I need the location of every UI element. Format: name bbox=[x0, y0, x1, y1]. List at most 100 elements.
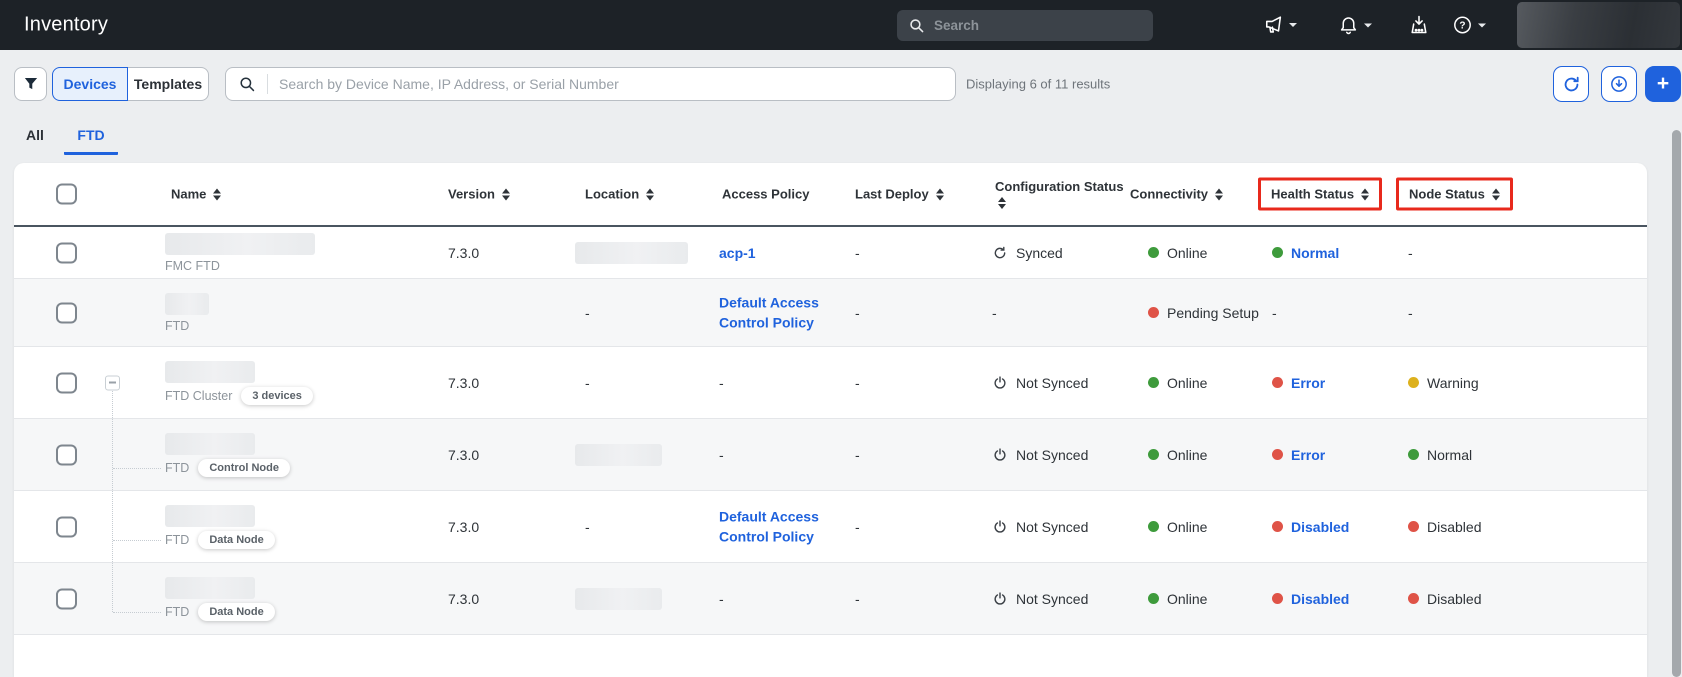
vertical-scrollbar[interactable] bbox=[1672, 130, 1681, 677]
node-status-label: Warning bbox=[1427, 375, 1479, 391]
config-status-label: Not Synced bbox=[1016, 447, 1088, 463]
global-search-input[interactable] bbox=[934, 18, 1142, 33]
tab-ftd[interactable]: FTD bbox=[64, 127, 118, 155]
node-status-highlight-box: Node Status bbox=[1396, 178, 1513, 211]
connectivity-cell: Online bbox=[1148, 447, 1207, 463]
results-count: Displaying 6 of 11 results bbox=[966, 77, 1110, 92]
config-status-cell: Not Synced bbox=[992, 591, 1088, 607]
config-status-label: Not Synced bbox=[1016, 591, 1088, 607]
sort-icon bbox=[1492, 188, 1500, 200]
device-row[interactable]: FTD-Default Access Control Policy--Pendi… bbox=[14, 279, 1647, 347]
green-status-dot bbox=[1148, 593, 1159, 604]
device-name-cell: FTD bbox=[165, 293, 209, 333]
connectivity-label: Online bbox=[1167, 519, 1207, 535]
device-type-label: FTD bbox=[165, 533, 189, 547]
device-search[interactable] bbox=[225, 67, 956, 101]
sort-icon bbox=[646, 188, 654, 200]
version-cell: 7.3.0 bbox=[448, 591, 479, 607]
column-header-last-deploy[interactable]: Last Deploy bbox=[855, 187, 944, 202]
row-checkbox[interactable] bbox=[56, 588, 77, 609]
health-status-link[interactable]: Error bbox=[1291, 375, 1325, 391]
column-header-name[interactable]: Name bbox=[171, 187, 221, 202]
device-name-cell: FMC FTD bbox=[165, 233, 315, 273]
check-for-changes-button[interactable] bbox=[1601, 66, 1637, 102]
cluster-collapse-toggle[interactable] bbox=[105, 375, 120, 390]
device-name-redacted bbox=[165, 233, 315, 255]
templates-toggle[interactable]: Templates bbox=[127, 67, 209, 101]
column-header-connectivity[interactable]: Connectivity bbox=[1130, 187, 1223, 202]
red-status-dot bbox=[1272, 593, 1283, 604]
add-device-button[interactable]: + bbox=[1645, 66, 1681, 102]
device-name-cell: FTDData Node bbox=[165, 577, 275, 621]
select-all-checkbox[interactable] bbox=[56, 184, 77, 205]
row-checkbox[interactable] bbox=[56, 372, 77, 393]
global-search[interactable] bbox=[897, 10, 1153, 41]
chevron-down-icon bbox=[1364, 23, 1372, 27]
last-deploy-cell: - bbox=[855, 375, 860, 391]
node-status-cell: Disabled bbox=[1408, 591, 1481, 607]
top-navigation-bar: Inventory ? bbox=[0, 0, 1682, 50]
devices-toggle[interactable]: Devices bbox=[52, 67, 128, 101]
health-status-cell: Normal bbox=[1272, 245, 1339, 261]
connectivity-cell: Online bbox=[1148, 375, 1207, 391]
user-account-redacted[interactable] bbox=[1517, 2, 1680, 48]
notifications-menu-button[interactable] bbox=[1338, 15, 1372, 36]
device-row[interactable]: FTD Cluster3 devices7.3.0---Not SyncedOn… bbox=[14, 347, 1647, 419]
not-synced-icon bbox=[992, 591, 1008, 607]
row-checkbox[interactable] bbox=[56, 444, 77, 465]
access-policy-cell: - bbox=[719, 447, 724, 463]
config-status-cell: Not Synced bbox=[992, 447, 1088, 463]
announcements-menu-button[interactable] bbox=[1262, 14, 1297, 36]
health-status-link[interactable]: Error bbox=[1291, 447, 1325, 463]
red-status-dot bbox=[1272, 521, 1283, 532]
device-row[interactable]: FTDControl Node7.3.0--Not SyncedOnlineEr… bbox=[14, 419, 1647, 491]
device-row[interactable]: FTDData Node7.3.0-Default Access Control… bbox=[14, 491, 1647, 563]
row-checkbox[interactable] bbox=[56, 242, 77, 263]
device-row[interactable]: FMC FTD7.3.0acp-1-SyncedOnlineNormal- bbox=[14, 227, 1647, 279]
device-search-input[interactable] bbox=[279, 76, 943, 92]
red-status-dot bbox=[1272, 449, 1283, 460]
connectivity-cell: Online bbox=[1148, 591, 1207, 607]
last-deploy-cell: - bbox=[855, 305, 860, 321]
connectivity-cell: Online bbox=[1148, 519, 1207, 535]
health-status-highlight-box: Health Status bbox=[1258, 178, 1382, 211]
refresh-icon bbox=[1562, 75, 1581, 94]
sort-icon bbox=[936, 188, 944, 200]
refresh-button[interactable] bbox=[1553, 66, 1589, 102]
location-cell: - bbox=[585, 305, 590, 321]
green-status-dot bbox=[1148, 449, 1159, 460]
health-status-link[interactable]: Disabled bbox=[1291, 519, 1349, 535]
health-status-link[interactable]: Disabled bbox=[1291, 591, 1349, 607]
row-checkbox[interactable] bbox=[56, 516, 77, 537]
view-toggle: Devices Templates bbox=[52, 67, 209, 101]
filter-button[interactable] bbox=[14, 67, 47, 101]
divider bbox=[267, 74, 268, 94]
location-redacted bbox=[575, 444, 662, 466]
config-status-label: Not Synced bbox=[1016, 375, 1088, 391]
last-deploy-cell: - bbox=[855, 519, 860, 535]
column-header-location[interactable]: Location bbox=[585, 187, 654, 202]
cluster-tree-branch bbox=[113, 540, 161, 541]
access-policy-link[interactable]: Default Access Control Policy bbox=[719, 292, 837, 333]
node-status-cell: Normal bbox=[1408, 447, 1472, 463]
column-header-access-policy: Access Policy bbox=[722, 187, 809, 202]
connectivity-label: Online bbox=[1167, 245, 1207, 261]
device-row[interactable]: FTDData Node7.3.0--Not SyncedOnlineDisab… bbox=[14, 563, 1647, 635]
access-policy-link[interactable]: Default Access Control Policy bbox=[719, 506, 837, 547]
column-header-node-status[interactable]: Node Status bbox=[1409, 187, 1500, 202]
device-name-redacted bbox=[165, 433, 255, 455]
deploy-button[interactable] bbox=[1408, 14, 1430, 36]
health-status-cell: Error bbox=[1272, 375, 1325, 391]
health-status-link[interactable]: Normal bbox=[1291, 245, 1339, 261]
column-header-health-status[interactable]: Health Status bbox=[1271, 187, 1369, 202]
red-status-dot bbox=[1408, 521, 1419, 532]
connectivity-cell: Pending Setup bbox=[1148, 305, 1259, 321]
tab-all[interactable]: All bbox=[26, 127, 44, 143]
help-menu-button[interactable]: ? bbox=[1452, 15, 1486, 36]
column-header-version[interactable]: Version bbox=[448, 187, 510, 202]
table-body: FMC FTD7.3.0acp-1-SyncedOnlineNormal-FTD… bbox=[14, 227, 1647, 635]
column-header-configuration-status[interactable]: Configuration Status bbox=[995, 179, 1124, 209]
row-checkbox[interactable] bbox=[56, 302, 77, 323]
device-count-badge: 3 devices bbox=[241, 387, 313, 405]
access-policy-link[interactable]: acp-1 bbox=[719, 242, 837, 262]
